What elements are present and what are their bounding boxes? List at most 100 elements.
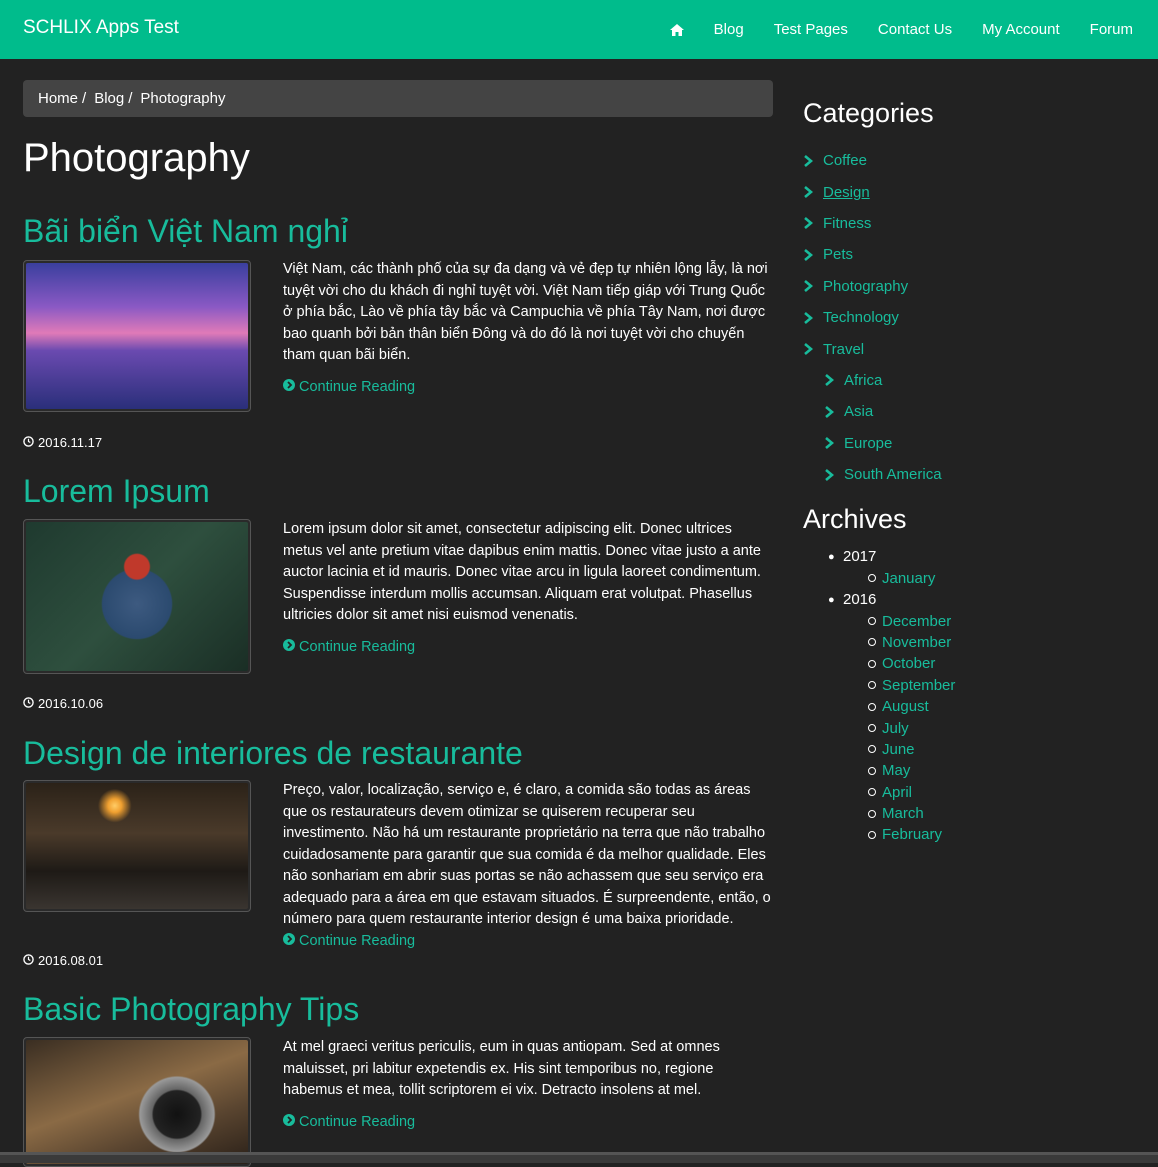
category-item-pets[interactable]: Pets <box>803 239 942 270</box>
nav-menu: Blog Test Pages Contact Us My Account Fo… <box>669 0 1133 59</box>
archive-month-label: August <box>882 698 929 716</box>
archive-month[interactable]: January <box>828 568 955 589</box>
post-excerpt: Việt Nam, các thành phố của sự đa dạng v… <box>283 259 775 398</box>
clock-icon <box>23 435 34 450</box>
post-excerpt: Preço, valor, localização, serviço e, é … <box>283 780 775 952</box>
category-item-design[interactable]: Design <box>803 176 942 207</box>
chevron-right-icon <box>803 280 823 293</box>
blog-post: Lorem Ipsum Lorem ipsum dolor sit amet, … <box>23 471 773 711</box>
archive-year: ● 2016 <box>828 589 955 611</box>
archive-month-label: January <box>882 569 936 587</box>
breadcrumb-blog[interactable]: Blog <box>94 90 124 107</box>
category-label: Africa <box>844 371 883 389</box>
post-title-link[interactable]: Lorem Ipsum <box>23 473 210 509</box>
category-item-africa[interactable]: Africa <box>803 365 942 396</box>
category-label: South America <box>844 466 942 484</box>
archive-month[interactable]: November <box>828 632 955 653</box>
chevron-right-icon <box>824 374 844 387</box>
brand-link[interactable]: SCHLIX Apps Test <box>23 17 179 39</box>
continue-reading-label: Continue Reading <box>299 638 416 655</box>
circle-bullet-icon <box>868 809 876 818</box>
post-title[interactable]: Bãi biển Việt Nam nghỉ <box>23 211 773 251</box>
post-title-link[interactable]: Basic Photography Tips <box>23 991 359 1027</box>
continue-reading-link[interactable]: Continue Reading <box>283 377 415 399</box>
post-title-link[interactable]: Bãi biển Việt Nam nghỉ <box>23 213 348 249</box>
chevron-circle-right-icon <box>283 1112 295 1134</box>
chevron-right-icon <box>803 154 823 167</box>
archive-month[interactable]: June <box>828 739 955 760</box>
archive-month[interactable]: October <box>828 653 955 674</box>
category-label: Fitness <box>823 214 872 232</box>
nav-blog[interactable]: Blog <box>714 21 744 38</box>
chevron-right-icon <box>824 405 844 418</box>
archive-month[interactable]: August <box>828 696 955 717</box>
category-item-technology[interactable]: Technology <box>803 302 942 333</box>
archive-month[interactable]: December <box>828 610 955 631</box>
post-date: 2016.11.17 <box>23 435 102 450</box>
horizontal-scrollbar[interactable] <box>0 1152 1158 1163</box>
post-title-link[interactable]: Design de interiores de restaurante <box>23 735 523 771</box>
category-item-fitness[interactable]: Fitness <box>803 208 942 239</box>
breadcrumb-home[interactable]: Home <box>38 90 78 107</box>
nav-forum[interactable]: Forum <box>1090 21 1133 38</box>
post-date-text: 2016.11.17 <box>38 435 103 450</box>
continue-reading-label: Continue Reading <box>299 932 416 949</box>
post-thumbnail[interactable] <box>23 1037 251 1167</box>
archive-month[interactable]: May <box>828 760 955 781</box>
archive-year: ● 2017 <box>828 546 955 568</box>
archive-month[interactable]: July <box>828 717 955 738</box>
page-title: Photography <box>23 136 250 180</box>
chevron-right-icon <box>803 248 823 261</box>
archive-month[interactable]: February <box>828 824 955 845</box>
blog-post: Design de interiores de restaurante Preç… <box>23 733 773 968</box>
chevron-right-icon <box>803 311 823 324</box>
category-item-asia[interactable]: Asia <box>803 396 942 427</box>
continue-reading-label: Continue Reading <box>299 1113 416 1130</box>
continue-reading-link[interactable]: Continue Reading <box>283 637 415 659</box>
archive-month-label: July <box>882 719 909 737</box>
category-item-europe[interactable]: Europe <box>803 428 942 459</box>
continue-reading-link[interactable]: Continue Reading <box>283 931 415 953</box>
circle-bullet-icon <box>868 574 876 583</box>
post-excerpt: Lorem ipsum dolor sit amet, consectetur … <box>283 519 775 658</box>
archive-month[interactable]: April <box>828 782 955 803</box>
nav-contact-us[interactable]: Contact Us <box>878 21 952 38</box>
home-icon[interactable] <box>669 23 684 36</box>
bullet-icon: ● <box>828 593 835 606</box>
breadcrumb-current: Photography <box>140 90 226 107</box>
chevron-right-icon <box>803 343 823 356</box>
continue-reading-link[interactable]: Continue Reading <box>283 1112 415 1134</box>
category-item-travel[interactable]: Travel <box>803 333 942 364</box>
nav-test-pages[interactable]: Test Pages <box>774 21 848 38</box>
post-title[interactable]: Design de interiores de restaurante <box>23 733 773 773</box>
post-title[interactable]: Lorem Ipsum <box>23 471 773 511</box>
archive-month-label: December <box>882 612 952 630</box>
archives-list: ● 2017 January ● 2016 December November Oc… <box>828 546 955 846</box>
circle-bullet-icon <box>868 702 876 711</box>
categories-list: Coffee Design Fitness Pets Photography T… <box>803 145 942 490</box>
circle-bullet-icon <box>868 638 876 647</box>
breadcrumb-separator: / <box>128 90 133 107</box>
category-item-coffee[interactable]: Coffee <box>803 145 942 176</box>
category-item-south-america[interactable]: South America <box>803 459 942 490</box>
excerpt-text: Lorem ipsum dolor sit amet, consectetur … <box>283 521 761 623</box>
chevron-circle-right-icon <box>283 377 295 399</box>
breadcrumb: Home / Blog / Photography <box>23 80 773 117</box>
category-label: Design <box>823 183 870 201</box>
category-item-photography[interactable]: Photography <box>803 271 942 302</box>
post-date: 2016.08.01 <box>23 953 103 968</box>
blog-post: Bãi biển Việt Nam nghỉ Việt Nam, các thà… <box>23 211 773 450</box>
post-date-text: 2016.08.01 <box>38 953 104 968</box>
category-label: Technology <box>823 309 899 327</box>
nav-my-account[interactable]: My Account <box>982 21 1060 38</box>
archive-month-label: November <box>882 633 952 651</box>
breadcrumb-separator: / <box>82 90 87 107</box>
post-thumbnail[interactable] <box>23 780 251 912</box>
post-title[interactable]: Basic Photography Tips <box>23 989 773 1029</box>
archive-month-label: March <box>882 805 924 823</box>
archive-month-label: October <box>882 655 936 673</box>
archive-month[interactable]: March <box>828 803 955 824</box>
post-thumbnail[interactable] <box>23 519 251 674</box>
archive-month[interactable]: September <box>828 675 955 696</box>
post-thumbnail[interactable] <box>23 260 251 412</box>
